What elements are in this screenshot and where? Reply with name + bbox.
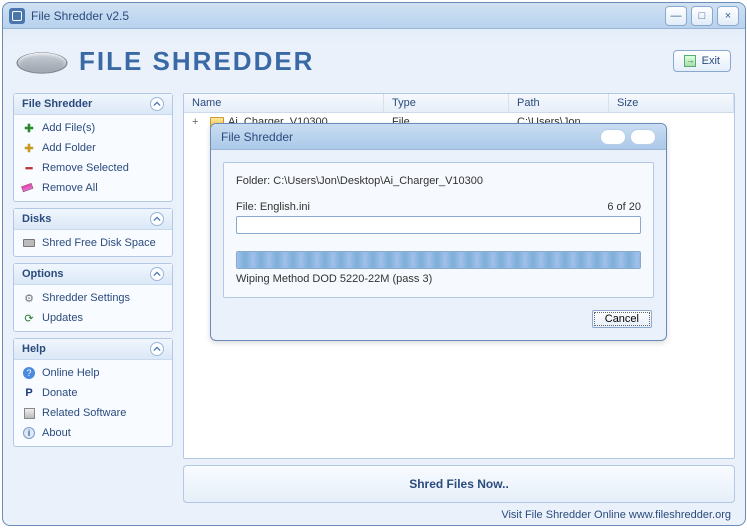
help-icon: ?	[22, 366, 36, 380]
panel-help: Help ?Online Help PDonate Related Softwa…	[13, 338, 173, 447]
info-icon: i	[22, 426, 36, 440]
logo-icon	[11, 52, 72, 73]
panel-options: Options ⚙Shredder Settings ⟳Updates	[13, 263, 173, 332]
dialog-pill[interactable]	[630, 129, 656, 145]
panel-header[interactable]: File Shredder	[14, 94, 172, 115]
header: FILE SHREDDER Exit	[3, 29, 745, 93]
dialog-window-controls	[600, 129, 656, 145]
titlebar: File Shredder v2.5 — □ ×	[3, 3, 745, 29]
col-path[interactable]: Path	[509, 94, 609, 112]
list-header: Name Type Path Size	[184, 94, 734, 113]
refresh-icon: ⟳	[22, 311, 36, 325]
chevron-up-icon[interactable]	[150, 267, 164, 281]
panel-title: Disks	[22, 213, 51, 225]
overall-progress-bar	[236, 251, 641, 269]
minimize-button[interactable]: —	[665, 6, 687, 26]
panel-header[interactable]: Help	[14, 339, 172, 360]
panel-title: File Shredder	[22, 98, 92, 110]
file-label: File: English.ini	[236, 201, 310, 213]
dialog-body: Folder: C:\Users\Jon\Desktop\Ai_Charger_…	[223, 162, 654, 298]
window-title: File Shredder v2.5	[31, 9, 665, 23]
app-window: File Shredder v2.5 — □ × FILE SHREDDER E…	[2, 2, 746, 526]
maximize-button[interactable]: □	[691, 6, 713, 26]
expand-toggle[interactable]: +	[184, 113, 202, 131]
sidebar-item-related-software[interactable]: Related Software	[20, 404, 166, 422]
footer-link[interactable]: Visit File Shredder Online www.fileshred…	[3, 507, 745, 525]
folder-label: Folder: C:\Users\Jon\Desktop\Ai_Charger_…	[236, 175, 641, 187]
dialog-title: File Shredder	[221, 130, 293, 144]
panel-header[interactable]: Disks	[14, 209, 172, 230]
main: Name Type Path Size + Ai_Charger_V10300 …	[183, 93, 735, 503]
sidebar-item-add-files[interactable]: ✚Add File(s)	[20, 119, 166, 137]
progress-text: 6 of 20	[607, 201, 641, 213]
app-icon	[9, 8, 25, 24]
panel-disks: Disks Shred Free Disk Space	[13, 208, 173, 257]
sidebar-item-remove-all[interactable]: Remove All	[20, 179, 166, 197]
panel-title: Options	[22, 268, 64, 280]
dialog-titlebar: File Shredder	[211, 124, 666, 150]
chevron-up-icon[interactable]	[150, 342, 164, 356]
sidebar-item-shredder-settings[interactable]: ⚙Shredder Settings	[20, 289, 166, 307]
exit-button[interactable]: Exit	[673, 50, 731, 72]
sidebar-item-updates[interactable]: ⟳Updates	[20, 309, 166, 327]
paypal-icon: P	[22, 386, 36, 400]
col-name[interactable]: Name	[184, 94, 384, 112]
sidebar-item-about[interactable]: iAbout	[20, 424, 166, 442]
wiping-method: Wiping Method DOD 5220-22M (pass 3)	[236, 273, 641, 285]
dialog-pill[interactable]	[600, 129, 626, 145]
sidebar-item-shred-free-space[interactable]: Shred Free Disk Space	[20, 234, 166, 252]
sidebar-item-add-folder[interactable]: ✚Add Folder	[20, 139, 166, 157]
gear-icon: ⚙	[22, 291, 36, 305]
exit-label: Exit	[702, 55, 720, 67]
progress-dialog: File Shredder Folder: C:\Users\Jon\Deskt…	[210, 123, 667, 341]
close-button[interactable]: ×	[717, 6, 739, 26]
disk-icon	[22, 236, 36, 250]
body: File Shredder ✚Add File(s) ✚Add Folder ━…	[3, 93, 745, 507]
chevron-up-icon[interactable]	[150, 212, 164, 226]
panel-title: Help	[22, 343, 46, 355]
cancel-button[interactable]: Cancel	[592, 310, 652, 328]
software-icon	[22, 406, 36, 420]
exit-icon	[684, 55, 696, 67]
col-size[interactable]: Size	[609, 94, 734, 112]
window-controls: — □ ×	[665, 6, 739, 26]
panel-file-shredder: File Shredder ✚Add File(s) ✚Add Folder ━…	[13, 93, 173, 202]
panel-header[interactable]: Options	[14, 264, 172, 285]
sidebar-item-remove-selected[interactable]: ━Remove Selected	[20, 159, 166, 177]
logo-text: FILE SHREDDER	[79, 46, 314, 77]
chevron-up-icon[interactable]	[150, 97, 164, 111]
sidebar-item-donate[interactable]: PDonate	[20, 384, 166, 402]
minus-icon: ━	[22, 161, 36, 175]
col-type[interactable]: Type	[384, 94, 509, 112]
shred-files-button[interactable]: Shred Files Now..	[183, 465, 735, 503]
sidebar-item-online-help[interactable]: ?Online Help	[20, 364, 166, 382]
file-progress-bar	[236, 216, 641, 234]
plus-icon: ✚	[22, 121, 36, 135]
plus-folder-icon: ✚	[22, 141, 36, 155]
eraser-icon	[20, 179, 38, 197]
sidebar: File Shredder ✚Add File(s) ✚Add Folder ━…	[13, 93, 173, 503]
